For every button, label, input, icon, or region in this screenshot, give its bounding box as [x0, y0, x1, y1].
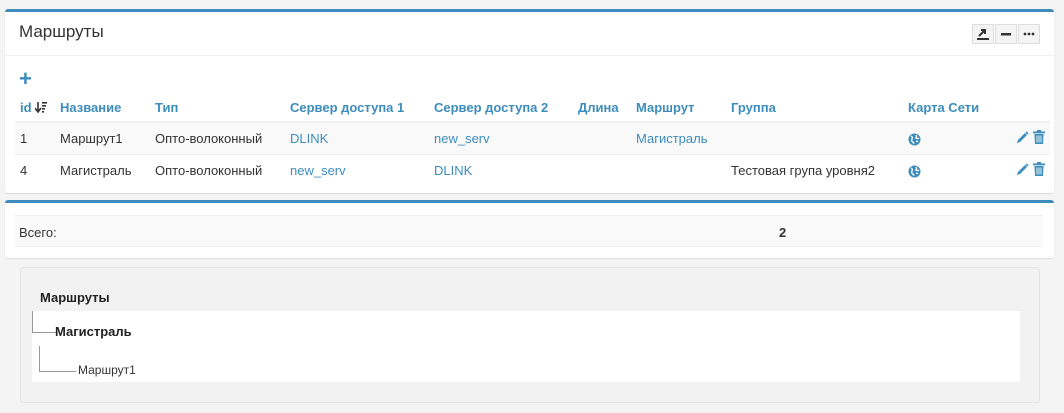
summary-value: 2 [779, 225, 787, 240]
box-title: Маршруты [19, 22, 104, 41]
summary-label: Всего: [19, 225, 57, 240]
route-link[interactable]: Магистраль [636, 131, 707, 146]
tree-connector [39, 371, 76, 372]
sort-desc-icon [34, 102, 48, 114]
routes-table: id Название Тип Сервер доступа 1 Сервер … [15, 94, 1050, 186]
collapse-button[interactable] [995, 24, 1017, 44]
col-name[interactable]: Название [55, 94, 150, 123]
export-button[interactable] [972, 24, 994, 44]
minus-icon [1001, 33, 1011, 36]
tree-panel: Магистраль Маршрут1 [32, 311, 1020, 382]
cell-id: 4 [15, 154, 55, 186]
cell-name: Магистраль [55, 154, 150, 186]
cell-group [726, 121, 903, 155]
export-icon [977, 29, 989, 40]
cell-group: Тестовая група уровня2 [726, 154, 903, 186]
routes-box: Маршруты + id Название Тип Сервер доступ… [5, 9, 1054, 193]
row-actions [1003, 130, 1045, 145]
server1-link[interactable]: new_serv [290, 163, 346, 178]
table-row: 4 Магистраль Опто-волоконный new_serv DL… [15, 154, 1050, 186]
box-header: Маршруты [5, 12, 1054, 56]
box-tools [971, 24, 1040, 44]
tree-connector [32, 332, 56, 333]
col-actions [998, 94, 1050, 123]
summary-box: Всего: 2 [5, 200, 1054, 258]
cell-type: Опто-волоконный [150, 154, 285, 186]
server1-link[interactable]: DLINK [290, 131, 328, 146]
tree-node-level2[interactable]: Маршрут1 [78, 363, 136, 377]
row-actions [1003, 162, 1045, 177]
col-group[interactable]: Группа [726, 94, 903, 123]
tree-connector [32, 311, 33, 332]
delete-icon[interactable] [1033, 162, 1045, 177]
table-row: 1 Маршрут1 Опто-волоконный DLINK new_ser… [15, 121, 1050, 155]
cell-name: Маршрут1 [55, 121, 150, 155]
tree-node-level1[interactable]: Магистраль [55, 324, 132, 339]
add-button[interactable]: + [19, 68, 32, 90]
tree-root[interactable]: Маршруты [40, 290, 110, 305]
server2-link[interactable]: new_serv [434, 131, 490, 146]
more-button[interactable] [1018, 24, 1040, 44]
col-server1[interactable]: Сервер доступа 1 [285, 94, 429, 123]
col-map[interactable]: Карта Сети [903, 94, 998, 123]
delete-icon[interactable] [1033, 130, 1045, 145]
globe-icon[interactable] [908, 133, 921, 146]
server2-link[interactable]: DLINK [434, 163, 472, 178]
summary-row: Всего: 2 [15, 215, 1043, 247]
cell-length [573, 154, 631, 186]
globe-icon[interactable] [908, 165, 921, 178]
col-type[interactable]: Тип [150, 94, 285, 123]
col-id[interactable]: id [15, 94, 55, 123]
cell-id: 1 [15, 121, 55, 155]
cell-length [573, 121, 631, 155]
ellipsis-icon [1023, 32, 1035, 36]
tree-connector [39, 346, 40, 371]
col-length[interactable]: Длина [573, 94, 631, 123]
cell-type: Опто-волоконный [150, 121, 285, 155]
edit-icon[interactable] [1016, 131, 1029, 144]
routes-tree: Маршруты Магистраль Маршрут1 [20, 267, 1040, 403]
col-server2[interactable]: Сервер доступа 2 [429, 94, 573, 123]
col-route[interactable]: Маршрут [631, 94, 726, 123]
edit-icon[interactable] [1016, 163, 1029, 176]
col-id-label: id [20, 100, 32, 115]
